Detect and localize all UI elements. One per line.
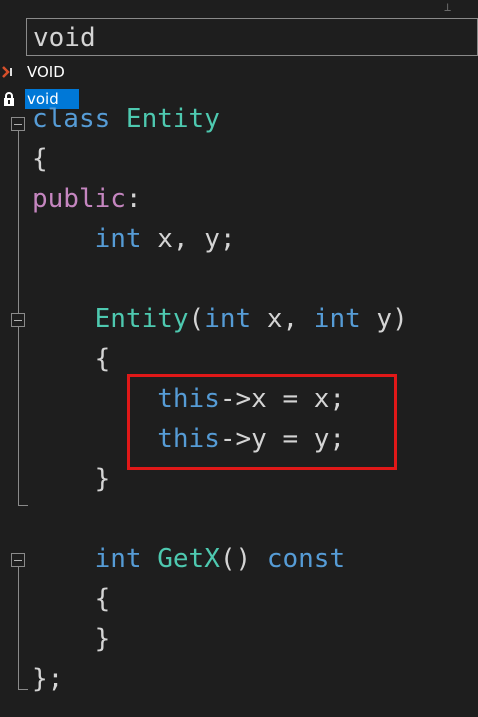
outline-guide xyxy=(18,118,19,506)
outline-guide xyxy=(18,562,19,690)
code-line: int GetX() const xyxy=(32,539,346,579)
outline-guide-end xyxy=(18,505,28,506)
search-input[interactable]: void xyxy=(26,18,478,56)
code-line: class Entity xyxy=(32,99,220,139)
code-line: } xyxy=(32,459,111,499)
keyword-lock-icon xyxy=(4,92,14,106)
code-token: int xyxy=(94,544,142,574)
autocomplete-item-macro[interactable]: VOID xyxy=(0,60,86,84)
code-token: int xyxy=(313,304,361,334)
code-token: int xyxy=(94,224,142,254)
code-line: { xyxy=(32,579,111,619)
code-token: { xyxy=(32,584,111,614)
code-line: { xyxy=(32,339,111,379)
outline-guide-end xyxy=(18,689,28,690)
code-token: { xyxy=(32,344,111,374)
code-token: const xyxy=(266,544,346,574)
code-token: () xyxy=(219,544,267,574)
fold-toggle-icon[interactable] xyxy=(11,553,25,567)
fold-toggle-icon[interactable] xyxy=(11,313,25,327)
code-token: Entity xyxy=(125,104,220,134)
code-token: { xyxy=(32,144,48,174)
code-token: Entity xyxy=(94,304,189,334)
highlight-annotation-box xyxy=(127,374,397,470)
code-token: } xyxy=(32,624,111,654)
code-line: { xyxy=(32,139,48,179)
code-token: : xyxy=(125,184,142,214)
fold-toggle-icon[interactable] xyxy=(11,117,25,131)
code-line: int x, y; xyxy=(32,219,236,259)
code-token: }; xyxy=(32,664,64,694)
code-line: } xyxy=(32,619,111,659)
code-line: }; xyxy=(32,659,63,699)
scroll-indicator-icon: ⊥ xyxy=(444,0,452,14)
code-token: public xyxy=(32,184,126,214)
code-token: int xyxy=(204,304,252,334)
code-token: ( xyxy=(188,304,205,334)
autocomplete-item-label: VOID xyxy=(27,63,65,81)
code-token: class xyxy=(32,104,126,134)
code-token: y) xyxy=(360,304,408,334)
code-line: Entity(int x, int y) xyxy=(32,299,408,339)
code-token: x, y; xyxy=(141,224,236,254)
macro-icon xyxy=(2,66,12,78)
code-line: public: xyxy=(32,179,142,219)
code-token: GetX xyxy=(157,544,220,574)
code-token: x, xyxy=(251,304,314,334)
search-input-value: void xyxy=(33,23,96,53)
code-token: } xyxy=(32,464,111,494)
